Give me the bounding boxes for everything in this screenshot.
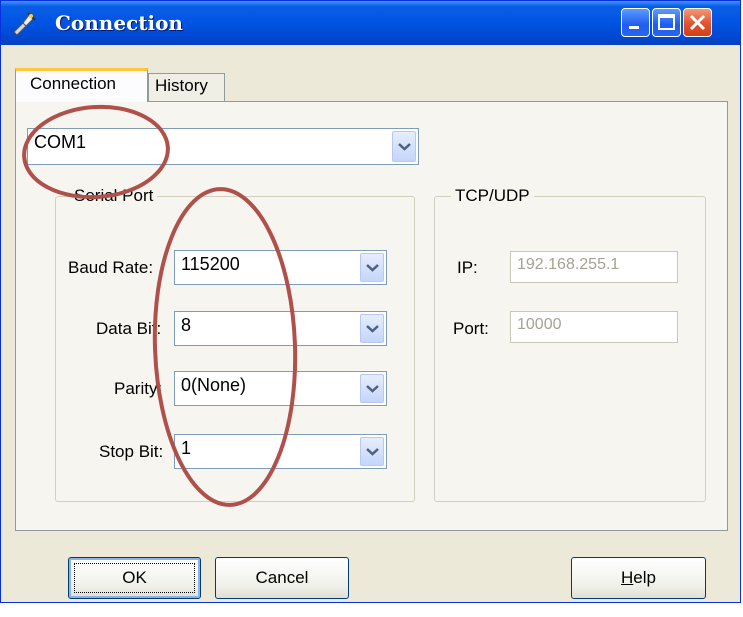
annotation-circle-port [22,104,170,200]
tab-connection[interactable]: Connection [15,68,148,102]
annotation-circle-serial-settings [152,187,298,507]
